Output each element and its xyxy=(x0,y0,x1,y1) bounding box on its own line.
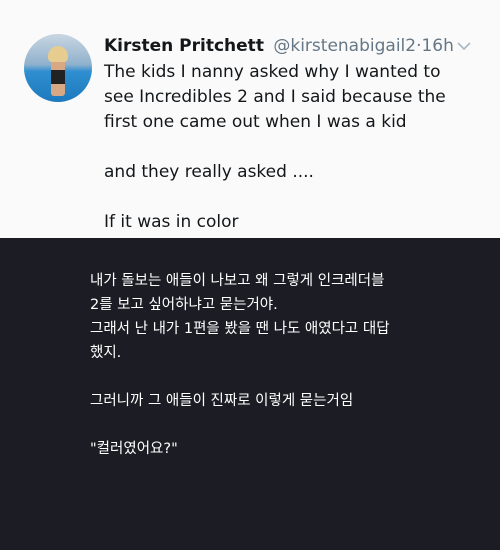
avatar-hair xyxy=(48,46,68,62)
tweet-timestamp[interactable]: 16h xyxy=(421,36,453,56)
translation-line: 했지. xyxy=(90,345,122,361)
tweet-card: Kirsten Pritchett @kirstenabigail2·16h T… xyxy=(0,0,500,238)
translation-line: 그러니까 그 애들이 진짜로 이렇게 묻는거임 xyxy=(90,393,354,409)
translation-line: 2를 보고 싶어하냐고 묻는거야. xyxy=(90,297,278,313)
tweet-line: and they really asked .... xyxy=(104,162,314,182)
korean-translation: 내가 돌보는 애들이 나보고 왜 그렇게 인크레더블 2를 보고 싶어하냐고 묻… xyxy=(90,269,470,461)
tweet-text: The kids I nanny asked why I wanted to s… xyxy=(104,60,488,235)
translation-line: "컬러였어요?" xyxy=(90,441,178,457)
tweet-header: Kirsten Pritchett @kirstenabigail2·16h xyxy=(104,35,454,57)
translation-line: 내가 돌보는 애들이 나보고 왜 그렇게 인크레더블 xyxy=(90,273,385,289)
chevron-down-icon[interactable] xyxy=(457,40,471,52)
tweet-line: first one came out when I was a kid xyxy=(104,112,407,132)
tweet-line: If it was in color xyxy=(104,212,239,232)
avatar-suit xyxy=(51,70,65,84)
tweet-line: The kids I nanny asked why I wanted to xyxy=(104,62,441,82)
avatar[interactable] xyxy=(24,34,92,102)
user-handle[interactable]: @kirstenabigail2 xyxy=(273,36,416,56)
tweet-line: see Incredibles 2 and I said because the xyxy=(104,87,446,107)
translation-line: 그래서 난 내가 1편을 봤을 땐 나도 애였다고 대답 xyxy=(90,321,390,337)
display-name[interactable]: Kirsten Pritchett xyxy=(104,36,264,56)
